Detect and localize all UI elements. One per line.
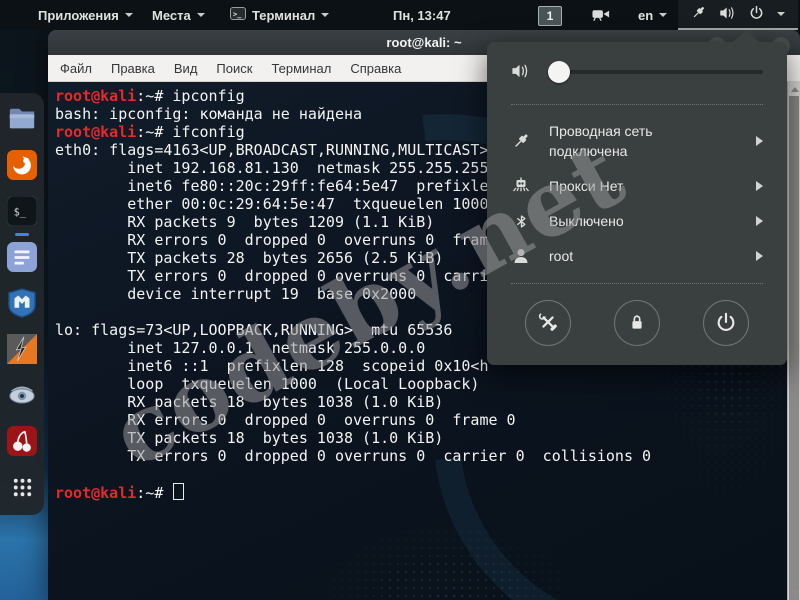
- folder-icon: [9, 108, 35, 129]
- svg-text:$_: $_: [14, 207, 27, 219]
- chevron-down-icon: [321, 13, 330, 17]
- workspace-number: 1: [546, 9, 554, 23]
- menu-item-search[interactable]: Поиск: [216, 61, 252, 76]
- popup-item-label: Проводная сеть подключена: [549, 122, 653, 159]
- clock[interactable]: Пн, 13:47: [393, 0, 451, 30]
- submenu-arrow-icon: [756, 136, 763, 146]
- dock-item-files[interactable]: [6, 103, 38, 135]
- chevron-down-icon: [124, 13, 133, 17]
- dock-item-cherrytree[interactable]: [6, 425, 38, 457]
- lock-button[interactable]: [614, 300, 660, 346]
- dock-item-terminal[interactable]: $_: [6, 195, 38, 236]
- menu-item-help[interactable]: Справка: [350, 61, 401, 76]
- desktop: Приложения Места >_ Терминал Пн, 13:47 1…: [0, 0, 800, 600]
- terminal-line: loop txqueuelen 1000 (Local Loopback): [55, 375, 480, 393]
- dock-item-text-editor[interactable]: [6, 241, 38, 273]
- settings-icon: [537, 311, 559, 336]
- keyboard-layout-label: en: [638, 7, 654, 23]
- divider: [511, 104, 763, 105]
- applications-label: Приложения: [38, 7, 119, 23]
- power-icon: [715, 311, 737, 336]
- chevron-down-icon: [777, 12, 785, 16]
- proxy-icon: [511, 177, 531, 195]
- dock-item-firefox[interactable]: [6, 149, 38, 181]
- scroll-up-icon[interactable]: [791, 87, 799, 92]
- submenu-arrow-icon: [756, 181, 763, 191]
- system-menu-popup: Проводная сеть подключена Прокси Нет Выклю…: [487, 30, 787, 365]
- popup-item-wired[interactable]: Проводная сеть подключена: [487, 118, 787, 164]
- system-menu-button[interactable]: [678, 0, 798, 30]
- lock-icon: [627, 311, 647, 336]
- bluetooth-icon: [511, 214, 531, 229]
- window-title: root@kali: ~: [386, 35, 462, 50]
- terminal-mini-icon: >_: [230, 7, 246, 23]
- dock-item-eye-tool[interactable]: [6, 379, 38, 411]
- favorites-dock: $_: [0, 93, 44, 515]
- wallpaper-dots: [298, 512, 598, 600]
- submenu-arrow-icon: [756, 216, 763, 226]
- settings-button[interactable]: [525, 300, 571, 346]
- dock-item-burpsuite[interactable]: [6, 333, 38, 365]
- volume-slider[interactable]: [547, 61, 763, 83]
- wired-network-icon: [691, 5, 706, 23]
- volume-row: [487, 55, 787, 89]
- applications-menu[interactable]: Приложения: [38, 0, 133, 30]
- places-menu[interactable]: Места: [152, 0, 205, 30]
- popup-item-user[interactable]: root: [487, 240, 787, 272]
- menu-item-edit[interactable]: Правка: [111, 61, 155, 76]
- chevron-down-icon: [659, 13, 668, 17]
- popup-item-label: root: [549, 247, 574, 264]
- user-icon: [511, 247, 531, 265]
- volume-icon: [511, 63, 530, 82]
- menu-item-view[interactable]: Вид: [174, 61, 198, 76]
- camera-icon: [592, 0, 611, 30]
- popup-item-label: Прокси Нет: [549, 177, 624, 194]
- power-icon: [749, 5, 764, 23]
- scrollbar[interactable]: [787, 82, 800, 600]
- wired-network-icon: [511, 132, 531, 150]
- focused-app-menu[interactable]: >_ Терминал: [230, 0, 330, 30]
- top-bar: Приложения Места >_ Терминал Пн, 13:47 1…: [0, 0, 800, 30]
- volume-icon: [719, 6, 736, 23]
- volume-slider-knob[interactable]: [547, 61, 570, 83]
- popup-arrow: [733, 30, 759, 42]
- app-grid-icon: [13, 478, 31, 496]
- cherrytree-icon: [7, 426, 37, 456]
- firefox-icon: [7, 150, 37, 180]
- menu-item-file[interactable]: Файл: [60, 61, 92, 76]
- eye-icon: [9, 386, 35, 404]
- workspace-indicator[interactable]: 1: [538, 6, 562, 26]
- dock-item-metasploit[interactable]: [6, 287, 38, 319]
- popup-item-bluetooth[interactable]: Выключено: [487, 205, 787, 237]
- scrollbar-thumb[interactable]: [789, 96, 799, 600]
- running-indicator: [15, 233, 29, 236]
- text-editor-icon: [7, 242, 37, 272]
- popup-item-label: Выключено: [549, 212, 624, 229]
- terminal-icon: $_: [7, 196, 37, 226]
- focused-app-label: Терминал: [252, 7, 316, 23]
- menu-item-terminal[interactable]: Терминал: [271, 61, 331, 76]
- popup-item-proxy[interactable]: Прокси Нет: [487, 170, 787, 202]
- terminal-line: RX errors 0 dropped 0 overruns 0 frame 0: [55, 411, 516, 429]
- lightning-icon: [7, 334, 37, 364]
- scroll-down-icon[interactable]: [791, 590, 799, 595]
- submenu-arrow-icon: [756, 251, 763, 261]
- terminal-line: TX packets 18 bytes 1038 (1.0 KiB): [55, 429, 444, 447]
- chevron-down-icon: [196, 13, 205, 17]
- popup-actions: [487, 300, 787, 346]
- dock-item-show-apps[interactable]: [6, 471, 38, 503]
- clock-label: Пн, 13:47: [393, 7, 451, 23]
- keyboard-layout-menu[interactable]: en: [638, 0, 668, 30]
- svg-text:>_: >_: [233, 11, 242, 19]
- terminal-line: root@kali:~#: [55, 483, 787, 502]
- terminal-cursor: [173, 483, 185, 500]
- terminal-line: RX packets 18 bytes 1038 (1.0 KiB): [55, 393, 444, 411]
- power-button[interactable]: [703, 300, 749, 346]
- metasploit-shield-icon: [8, 288, 36, 318]
- places-label: Места: [152, 7, 191, 23]
- divider: [511, 283, 763, 284]
- terminal-line: TX errors 0 dropped 0 overruns 0 carrier…: [55, 447, 652, 465]
